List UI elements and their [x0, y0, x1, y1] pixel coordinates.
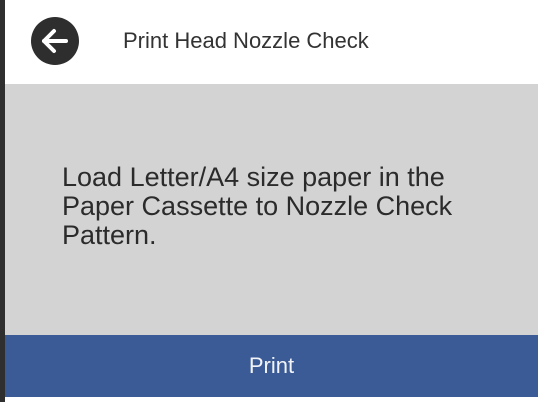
- page-title: Print Head Nozzle Check: [123, 28, 369, 53]
- arrow-left-icon: [42, 29, 68, 53]
- header-bar: Print Head Nozzle Check: [5, 0, 538, 84]
- message-panel: Load Letter/A4 size paper in the Paper C…: [5, 84, 538, 335]
- message-line: Paper Cassette to Nozzle Check: [62, 191, 453, 221]
- message-line: Load Letter/A4 size paper in the: [62, 162, 445, 192]
- back-button[interactable]: [31, 17, 79, 65]
- screen: Print Head Nozzle Check Load Letter/A4 s…: [0, 0, 538, 402]
- print-button-label: Print: [248, 353, 295, 378]
- print-button[interactable]: Print: [5, 335, 538, 397]
- bottom-margin: [5, 397, 538, 402]
- instruction-message: Load Letter/A4 size paper in the Paper C…: [62, 163, 532, 250]
- message-line: Pattern.: [62, 220, 157, 250]
